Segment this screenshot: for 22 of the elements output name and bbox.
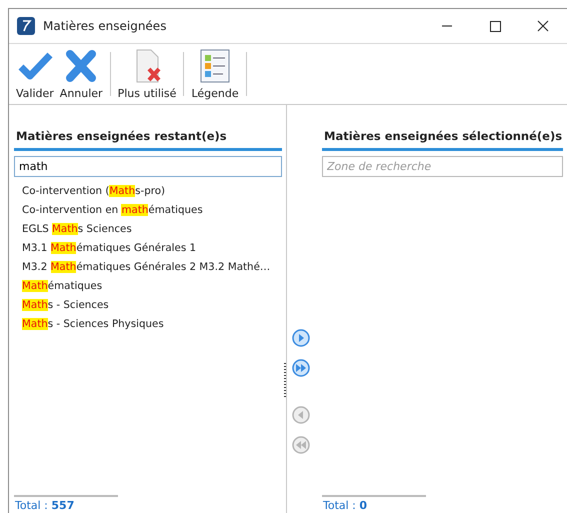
cancel-button[interactable]: Annuler (56, 44, 106, 104)
list-item[interactable]: M3.1 Mathématiques Générales 1 (22, 240, 282, 256)
list-item[interactable]: Maths - Sciences Physiques (22, 316, 282, 332)
panel-title: Matières enseignées restant(e)s (15, 128, 228, 145)
total-count: Total : 557 (14, 498, 76, 513)
list-item[interactable]: Co-intervention en mathématiques (22, 202, 282, 218)
window-title: Matières enseignées (43, 19, 168, 33)
validate-button[interactable]: Valider (13, 44, 57, 104)
list-item[interactable]: Maths - Sciences (22, 297, 282, 313)
add-button[interactable] (292, 329, 310, 347)
search-field[interactable]: math (14, 156, 282, 177)
panel-title: Matières enseignées sélectionné(e)s (323, 128, 563, 145)
add-all-button[interactable] (292, 359, 310, 377)
list-item[interactable]: EGLS Maths Sciences (22, 221, 282, 237)
search-field[interactable]: Zone de recherche (322, 156, 563, 177)
app-logo-icon (17, 17, 35, 35)
list-item[interactable]: Mathématiques (22, 278, 282, 294)
list-item[interactable]: Co-intervention (Maths-pro) (22, 183, 282, 199)
unused-button[interactable]: Plus utilisé (114, 44, 180, 104)
legend-button[interactable]: Légende (188, 44, 242, 104)
list-item[interactable]: M3.2 Mathématiques Générales 2 M3.2 Mathé… (22, 259, 282, 275)
total-count: Total : 0 (322, 498, 368, 513)
